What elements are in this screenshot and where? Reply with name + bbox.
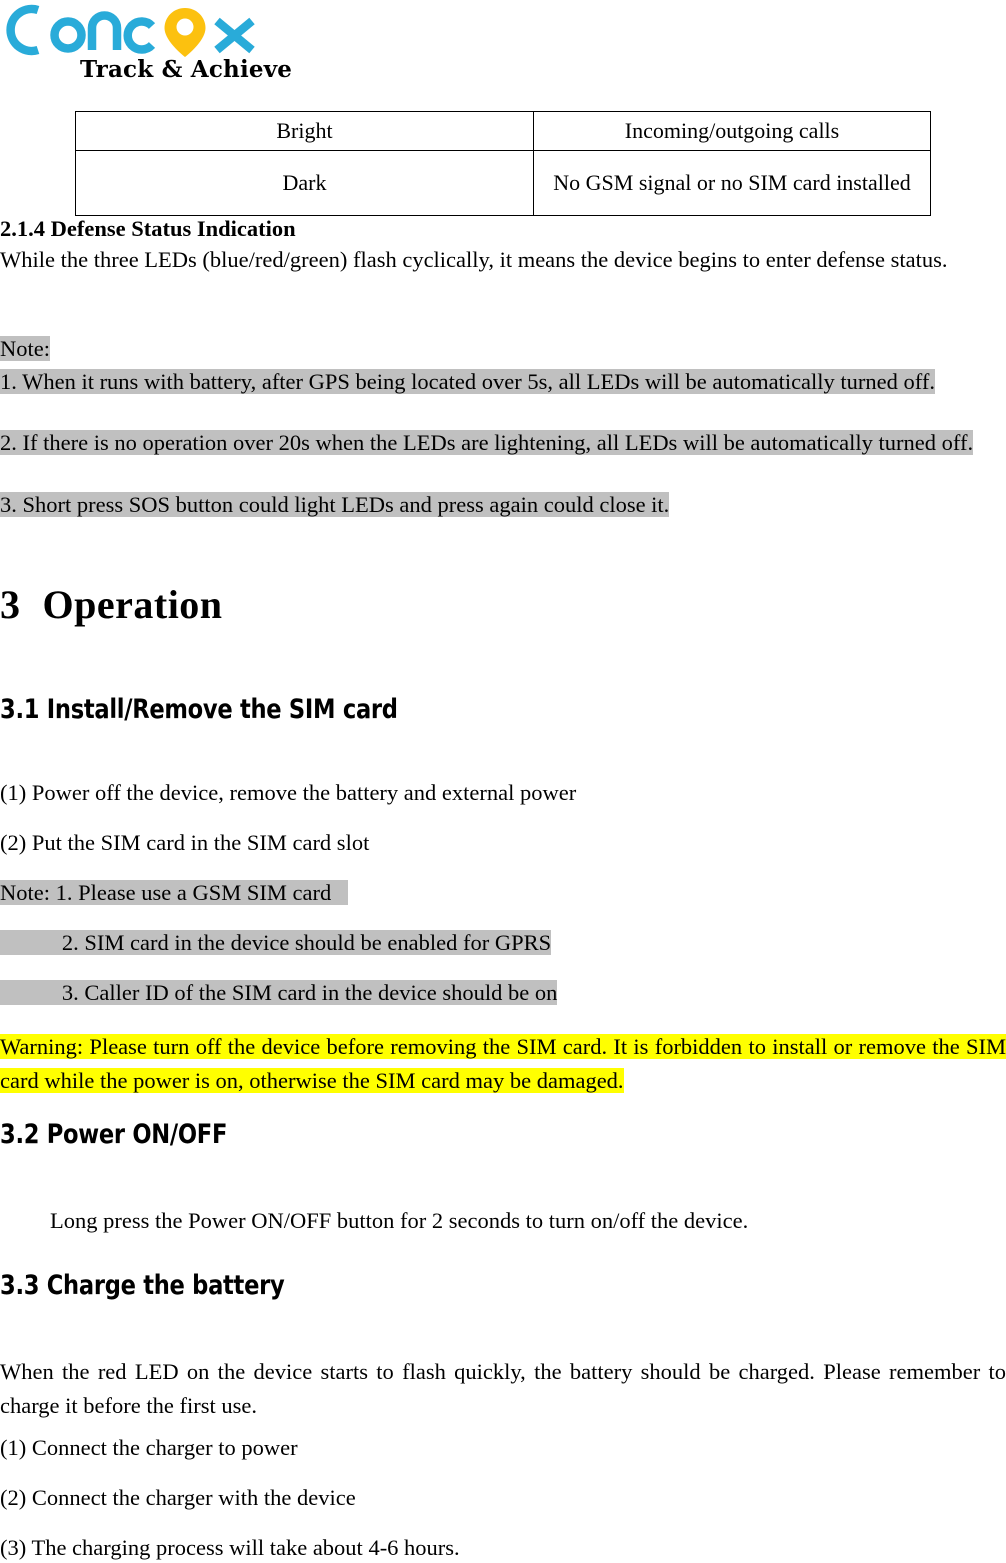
section-3-1-note-3: 3. Caller ID of the SIM card in the devi… — [0, 978, 1006, 1008]
section-3-2-heading: 3.2 Power ON/OFF — [0, 1119, 228, 1150]
defense-note-item-1-text: 1. When it runs with battery, after GPS … — [0, 369, 935, 394]
section-3-1-warning: Warning: Please turn off the device befo… — [0, 1030, 1006, 1098]
section-3-3-step-3: (3) The charging process will take about… — [0, 1535, 460, 1560]
chapter-3-heading: 3 Operation — [0, 582, 223, 628]
section-3-3-step-1: (1) Connect the charger to power — [0, 1435, 298, 1460]
led-status-table: Bright Incoming/outgoing calls Dark No G… — [75, 111, 931, 216]
table-row: Dark No GSM signal or no SIM card instal… — [75, 150, 931, 216]
section-2-1-4-heading: 2.1.4 Defense Status Indication — [0, 216, 296, 241]
section-3-1-note-1: Note: 1. Please use a GSM SIM card — [0, 878, 1006, 908]
defense-note-item-3-text: 3. Short press SOS button could light LE… — [0, 492, 670, 517]
chapter-3-number: 3 — [0, 582, 21, 627]
section-3-3-step-2: (2) Connect the charger with the device — [0, 1485, 356, 1510]
section-3-1-heading: 3.1 Install/Remove the SIM card — [0, 694, 398, 725]
section-3-1-note-2-text: 2. SIM card in the device should be enab… — [61, 930, 552, 955]
defense-note-item-2-text: 2. If there is no operation over 20s whe… — [0, 430, 974, 455]
led-state-cell: Bright — [75, 111, 534, 151]
section-3-1-step-2: (2) Put the SIM card in the SIM card slo… — [0, 830, 370, 855]
section-3-2-body: Long press the Power ON/OFF button for 2… — [50, 1208, 749, 1233]
section-3-1-note-2: 2. SIM card in the device should be enab… — [0, 928, 1006, 958]
section-3-1-step-1: (1) Power off the device, remove the bat… — [0, 780, 577, 805]
defense-note-item-3: 3. Short press SOS button could light LE… — [0, 490, 1006, 520]
document-page: Track & Achieve Bright Incoming/outgoing… — [0, 0, 1006, 1563]
defense-note-label-text: Note: — [0, 336, 50, 361]
defense-note-item-1: 1. When it runs with battery, after GPS … — [0, 367, 1006, 397]
section-3-3-heading: 3.3 Charge the battery — [0, 1270, 285, 1301]
led-state-cell: Dark — [75, 150, 534, 216]
led-meaning-cell: No GSM signal or no SIM card installed — [533, 150, 931, 216]
section-2-1-4-body: While the three LEDs (blue/red/green) fl… — [0, 247, 948, 272]
section-3-3-body: When the red LED on the device starts to… — [0, 1359, 1006, 1418]
table-row: Bright Incoming/outgoing calls — [75, 111, 931, 151]
chapter-3-title: Operation — [42, 582, 223, 627]
led-meaning-cell: Incoming/outgoing calls — [533, 111, 931, 151]
concox-wordmark-icon — [6, 4, 255, 57]
concox-logo: Track & Achieve — [2, 2, 292, 94]
section-3-1-warning-text: Warning: Please turn off the device befo… — [0, 1034, 1006, 1093]
section-3-1-note-3-text: 3. Caller ID of the SIM card in the devi… — [61, 980, 558, 1005]
defense-note-item-2: 2. If there is no operation over 20s whe… — [0, 428, 1006, 458]
defense-note-label: Note: — [0, 334, 1006, 364]
logo-tagline: Track & Achieve — [80, 56, 293, 83]
section-3-1-note-1-text: Note: 1. Please use a GSM SIM card — [0, 880, 332, 905]
